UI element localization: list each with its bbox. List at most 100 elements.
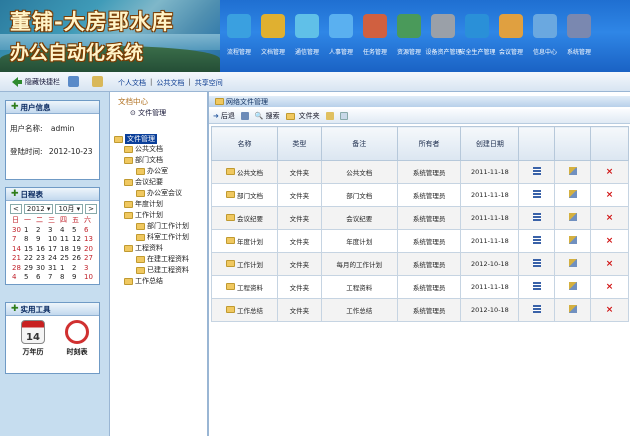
prev-month-button[interactable]: < xyxy=(10,204,22,214)
calendar-day[interactable]: 17 xyxy=(48,245,60,255)
tree-node[interactable]: 科室工作计划 xyxy=(136,232,189,242)
tree-node[interactable]: 工作计划 xyxy=(124,210,163,220)
calendar-day[interactable]: 19 xyxy=(72,245,84,255)
tree-node[interactable]: 工程资料 xyxy=(124,243,163,253)
tree-header[interactable]: 文档中心 xyxy=(118,96,148,107)
calendar-day[interactable]: 1 xyxy=(60,264,72,274)
timetable-tool[interactable]: 时刻表 xyxy=(60,320,94,357)
edit-icon[interactable] xyxy=(568,305,577,313)
nav-item-monitor[interactable]: 信息中心 xyxy=(528,6,562,66)
nav-item-workflow[interactable]: 流程管理 xyxy=(222,6,256,66)
nav-item-document[interactable]: 文档管理 xyxy=(256,6,290,66)
tree-node[interactable]: 年度计划 xyxy=(124,199,163,209)
calendar-day[interactable]: 27 xyxy=(84,254,96,264)
calendar-day[interactable]: 21 xyxy=(12,254,24,264)
calendar-day[interactable]: 26 xyxy=(72,254,84,264)
calendar-day[interactable]: 22 xyxy=(24,254,36,264)
calendar-day[interactable]: 31 xyxy=(48,264,60,274)
back-button[interactable]: ➜ 后退 xyxy=(213,111,235,121)
calendar-day[interactable]: 7 xyxy=(12,235,24,245)
month-select[interactable]: 10月 ▾ xyxy=(55,204,84,214)
tree-node[interactable]: 在建工程资料 xyxy=(136,254,189,264)
nav-item-globe[interactable]: 安全生产管理 xyxy=(459,6,495,66)
details-icon[interactable] xyxy=(532,167,541,175)
details-icon[interactable] xyxy=(532,305,541,313)
nav-item-people[interactable]: 人事管理 xyxy=(324,6,358,66)
calendar-day[interactable]: 30 xyxy=(12,226,24,236)
nav-item-system[interactable]: 系统管理 xyxy=(562,6,596,66)
calendar-day[interactable]: 12 xyxy=(72,235,84,245)
calendar-day[interactable]: 28 xyxy=(12,264,24,274)
calendar-day[interactable]: 9 xyxy=(36,235,48,245)
file-name-cell[interactable]: 工作计划 xyxy=(211,252,278,276)
edit-icon[interactable] xyxy=(92,76,103,87)
tree-node[interactable]: 部门文档 xyxy=(124,155,163,165)
calendar-day[interactable]: 13 xyxy=(84,235,96,245)
delete-icon[interactable]: × xyxy=(606,214,614,223)
edit-icon[interactable] xyxy=(568,167,577,175)
delete-icon[interactable]: × xyxy=(606,260,614,269)
tree-node[interactable]: 会议纪要 xyxy=(124,177,163,187)
calendar-day[interactable]: 8 xyxy=(60,273,72,283)
calendar-day[interactable]: 18 xyxy=(60,245,72,255)
new-folder-button[interactable] xyxy=(325,112,334,120)
view-button[interactable] xyxy=(339,112,348,120)
calendar-day[interactable]: 9 xyxy=(72,273,84,283)
nav-item-meeting[interactable]: 会议管理 xyxy=(494,6,528,66)
file-name-cell[interactable]: 部门文档 xyxy=(211,183,278,207)
edit-icon[interactable] xyxy=(568,190,577,198)
table-row[interactable]: 会议纪要 文件夹 会议纪要 系统管理员 2011-11-18 × xyxy=(211,206,629,230)
calendar-day[interactable]: 29 xyxy=(24,264,36,274)
table-row[interactable]: 部门文档 文件夹 部门文档 系统管理员 2011-11-18 × xyxy=(211,183,629,207)
edit-icon[interactable] xyxy=(568,259,577,267)
calendar-day[interactable]: 4 xyxy=(12,273,24,283)
year-select[interactable]: 2012 ▾ xyxy=(23,204,54,214)
tree-node[interactable]: 办公室会议 xyxy=(136,188,182,198)
home-icon[interactable] xyxy=(68,76,79,87)
edit-icon[interactable] xyxy=(568,282,577,290)
tree-root[interactable]: 文件管理 xyxy=(114,134,157,144)
calendar-day[interactable]: 15 xyxy=(24,245,36,255)
file-name-cell[interactable]: 年度计划 xyxy=(211,229,278,253)
search-button[interactable]: 🔍 搜索 xyxy=(255,111,280,121)
nav-item-resource[interactable]: 资源管理 xyxy=(392,6,426,66)
tree-node[interactable]: 办公室 xyxy=(136,166,168,176)
table-row[interactable]: 公共文档 文件夹 公共文档 系统管理员 2011-11-18 × xyxy=(211,160,629,184)
folder-button[interactable]: 文件夹 xyxy=(285,111,320,121)
calendar-day[interactable]: 8 xyxy=(24,235,36,245)
tree-sub-header[interactable]: ⊙ 文件管理 xyxy=(130,108,166,118)
delete-icon[interactable]: × xyxy=(606,191,614,200)
calendar-day[interactable]: 3 xyxy=(84,264,96,274)
link-public-docs[interactable]: 公共文档 xyxy=(156,78,184,88)
nav-item-communication[interactable]: 通信管理 xyxy=(290,6,324,66)
details-icon[interactable] xyxy=(532,236,541,244)
details-icon[interactable] xyxy=(532,190,541,198)
details-icon[interactable] xyxy=(532,213,541,221)
hide-shortcut-button[interactable]: 隐藏快捷栏 xyxy=(12,77,60,87)
edit-icon[interactable] xyxy=(568,213,577,221)
calendar-day[interactable]: 11 xyxy=(60,235,72,245)
perpetual-calendar-tool[interactable]: 14 万年历 xyxy=(16,320,50,357)
file-name-cell[interactable]: 公共文档 xyxy=(211,160,278,184)
table-row[interactable]: 年度计划 文件夹 年度计划 系统管理员 2011-11-18 × xyxy=(211,229,629,253)
calendar-day[interactable]: 20 xyxy=(84,245,96,255)
tree-node[interactable]: 已建工程资料 xyxy=(136,265,189,275)
delete-icon[interactable]: × xyxy=(606,168,614,177)
calendar-day[interactable]: 5 xyxy=(24,273,36,283)
file-name-cell[interactable]: 会议纪要 xyxy=(211,206,278,230)
table-row[interactable]: 工作计划 文件夹 每月的工作计划 系统管理员 2012-10-18 × xyxy=(211,252,629,276)
calendar-day[interactable]: 1 xyxy=(24,226,36,236)
details-icon[interactable] xyxy=(532,282,541,290)
table-row[interactable]: 工作总结 文件夹 工作总结 系统管理员 2012-10-18 × xyxy=(211,298,629,322)
calendar-day[interactable]: 14 xyxy=(12,245,24,255)
calendar-day[interactable]: 5 xyxy=(72,226,84,236)
calendar-day[interactable]: 30 xyxy=(36,264,48,274)
calendar-day[interactable]: 24 xyxy=(48,254,60,264)
file-name-cell[interactable]: 工作总结 xyxy=(211,298,278,322)
link-shared-space[interactable]: 共享空间 xyxy=(195,78,223,88)
tree-node[interactable]: 工作总结 xyxy=(124,276,163,286)
calendar-day[interactable]: 6 xyxy=(84,226,96,236)
tree-node[interactable]: 部门工作计划 xyxy=(136,221,189,231)
calendar-day[interactable]: 7 xyxy=(48,273,60,283)
calendar-day[interactable]: 2 xyxy=(72,264,84,274)
